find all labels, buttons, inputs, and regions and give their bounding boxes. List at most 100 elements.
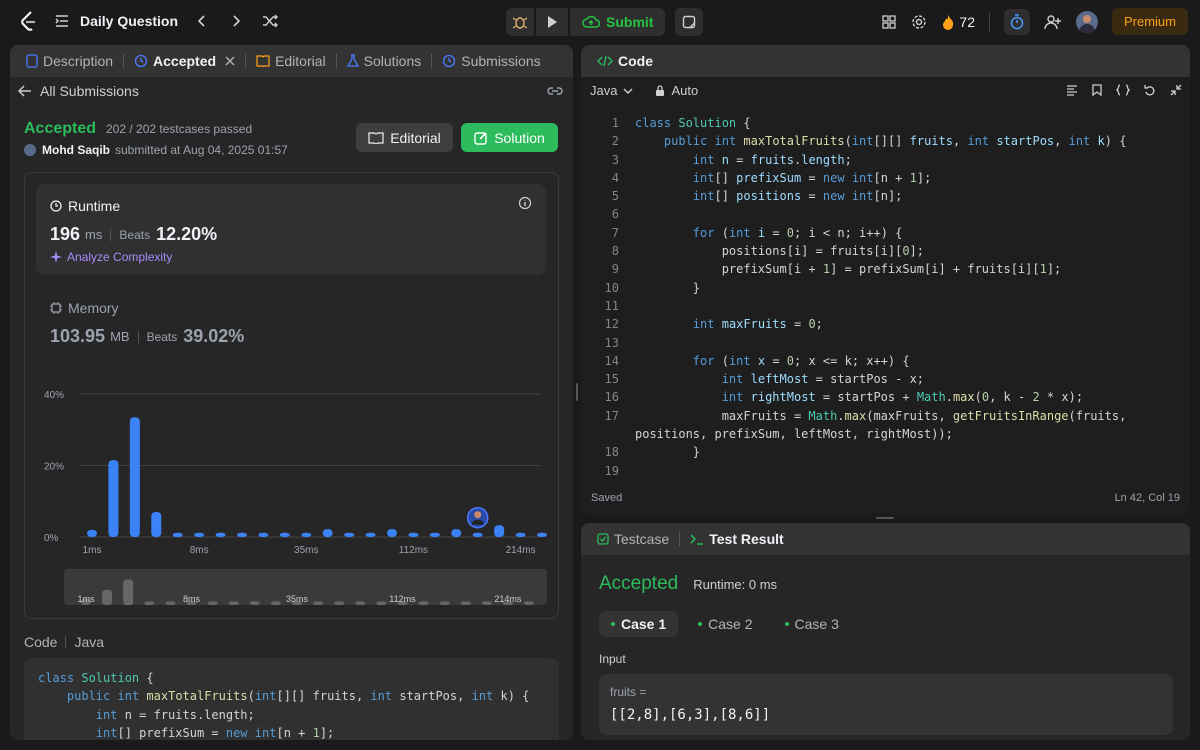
line-number: 18 — [604, 445, 619, 460]
tab-label: Testcase — [614, 531, 670, 547]
back-label: All Submissions — [40, 83, 139, 99]
collapse-icon[interactable] — [1170, 84, 1182, 96]
editorial-button[interactable]: Editorial — [356, 123, 453, 152]
add-friend-icon[interactable] — [1044, 14, 1062, 30]
prev-problem-button[interactable] — [192, 11, 212, 31]
debug-button[interactable] — [506, 8, 534, 36]
memory-value: 103.95 — [50, 326, 106, 346]
bug-icon — [512, 17, 528, 29]
tab-label: Solutions — [363, 53, 422, 69]
tab-editorial[interactable]: Editorial — [250, 53, 332, 69]
case-label: Case 3 — [794, 616, 839, 632]
line-number: 14 — [604, 353, 619, 368]
submit-button[interactable]: Submit — [570, 8, 666, 36]
case-label: Case 2 — [708, 616, 753, 632]
solution-button[interactable]: Solution — [461, 123, 558, 152]
link-icon[interactable] — [547, 85, 563, 97]
pass-dot — [611, 622, 615, 626]
chart-range-slider[interactable]: 1ms 8ms 35ms 112ms 214ms — [64, 569, 547, 605]
mini-tick-label: 8ms — [183, 594, 201, 604]
divider — [65, 636, 67, 648]
horizontal-resize-handle[interactable] — [876, 517, 894, 519]
language-select[interactable]: Java — [590, 83, 617, 98]
problem-list-button[interactable]: Daily Question — [54, 13, 178, 29]
case-2-tab[interactable]: Case 2 — [686, 611, 764, 637]
mini-bar — [165, 601, 176, 605]
author-name[interactable]: Mohd Saqib — [42, 143, 110, 157]
tab-submissions[interactable]: Submissions — [436, 53, 546, 69]
leetcode-logo[interactable] — [18, 10, 40, 32]
run-button[interactable] — [536, 8, 568, 36]
chart-bar — [279, 532, 290, 537]
author-avatar — [24, 144, 36, 156]
code-line: } — [635, 445, 701, 460]
mini-bar — [376, 601, 387, 605]
result-status: Accepted — [599, 573, 679, 594]
close-icon[interactable] — [225, 56, 235, 66]
code-header: Code Java — [24, 634, 104, 650]
problem-list-label: Daily Question — [80, 13, 179, 29]
runtime-title: Runtime — [68, 198, 121, 214]
back-to-submissions[interactable]: All Submissions — [18, 83, 139, 99]
next-problem-button[interactable] — [226, 11, 246, 31]
chart-bar — [408, 532, 419, 537]
tab-code[interactable]: Code — [591, 53, 659, 69]
tab-test-result[interactable]: Test Result — [684, 531, 789, 547]
tab-label: Code — [618, 53, 653, 69]
result-runtime: Runtime: 0 ms — [693, 576, 778, 592]
premium-button[interactable]: Premium — [1111, 8, 1188, 35]
braces-icon[interactable] — [1116, 84, 1130, 96]
divider — [335, 54, 337, 68]
chevron-down-icon[interactable] — [623, 87, 633, 95]
pass-dot — [784, 622, 789, 626]
arrow-left-icon — [18, 85, 31, 97]
code-line: for (int i = 0; i < n; i++) { — [692, 225, 903, 240]
x-tick-label: 214ms — [506, 545, 536, 556]
pass-dot — [698, 622, 703, 626]
line-number: 5 — [611, 189, 619, 204]
mini-tick-label: 112ms — [389, 594, 416, 604]
info-icon[interactable] — [518, 196, 532, 210]
tab-description[interactable]: Description — [20, 53, 119, 69]
mini-bar — [334, 601, 345, 605]
tab-label: Editorial — [275, 53, 326, 69]
mini-bar — [524, 601, 534, 605]
case-1-tab[interactable]: Case 1 — [599, 611, 679, 637]
code-editor[interactable]: class Solution { public int maxTotalFrui… — [635, 114, 1126, 480]
reset-icon[interactable] — [1144, 84, 1156, 96]
random-problem-button[interactable] — [260, 11, 280, 31]
input-box[interactable]: fruits = [[2,8],[6,3],[8,6]] — [599, 674, 1173, 735]
memory-card[interactable]: Memory 103.95 MB Beats 39.02% — [50, 300, 244, 347]
line-number: 8 — [611, 244, 619, 259]
layout-icon[interactable] — [881, 14, 897, 30]
divider — [245, 54, 247, 68]
x-tick-label: 112ms — [399, 545, 428, 556]
format-icon[interactable] — [1066, 84, 1078, 96]
runtime-distribution-chart[interactable]: 40% 20% 0% 1ms 8ms 35ms 112ms 214ms — [25, 373, 560, 568]
notes-button[interactable] — [675, 8, 704, 36]
x-tick-label: 8ms — [190, 545, 209, 556]
line-number: 11 — [604, 298, 619, 313]
tab-accepted[interactable]: Accepted — [128, 53, 241, 69]
submitted-code-block[interactable]: class Solution { public int maxTotalFrui… — [24, 658, 559, 740]
code-line: positions, prefixSum, leftMost, rightMos… — [635, 427, 953, 442]
result-status-row: Accepted Runtime: 0 ms — [599, 573, 777, 595]
case-3-tab[interactable]: Case 3 — [773, 611, 851, 637]
chart-bar — [365, 532, 376, 537]
tab-solutions[interactable]: Solutions — [341, 53, 428, 69]
streak-counter[interactable]: 72 — [941, 14, 975, 30]
mini-bar — [313, 601, 324, 605]
autocomplete-mode[interactable]: Auto — [671, 83, 698, 98]
timer-button[interactable] — [1003, 8, 1030, 35]
code-line: public int maxTotalFruits(int[][] fruits… — [663, 134, 1127, 149]
vertical-resize-handle[interactable] — [576, 383, 578, 401]
tab-testcase[interactable]: Testcase — [591, 531, 675, 547]
user-avatar[interactable] — [1075, 10, 1098, 33]
line-number: 15 — [604, 372, 619, 387]
runtime-card[interactable]: Runtime 196 ms Beats 12.20% Analyze Comp… — [36, 184, 546, 275]
gear-icon[interactable] — [911, 14, 927, 30]
analyze-complexity-link[interactable]: Analyze Complexity — [50, 250, 172, 264]
mini-bar — [144, 601, 155, 605]
bookmark-icon[interactable] — [1092, 84, 1102, 96]
